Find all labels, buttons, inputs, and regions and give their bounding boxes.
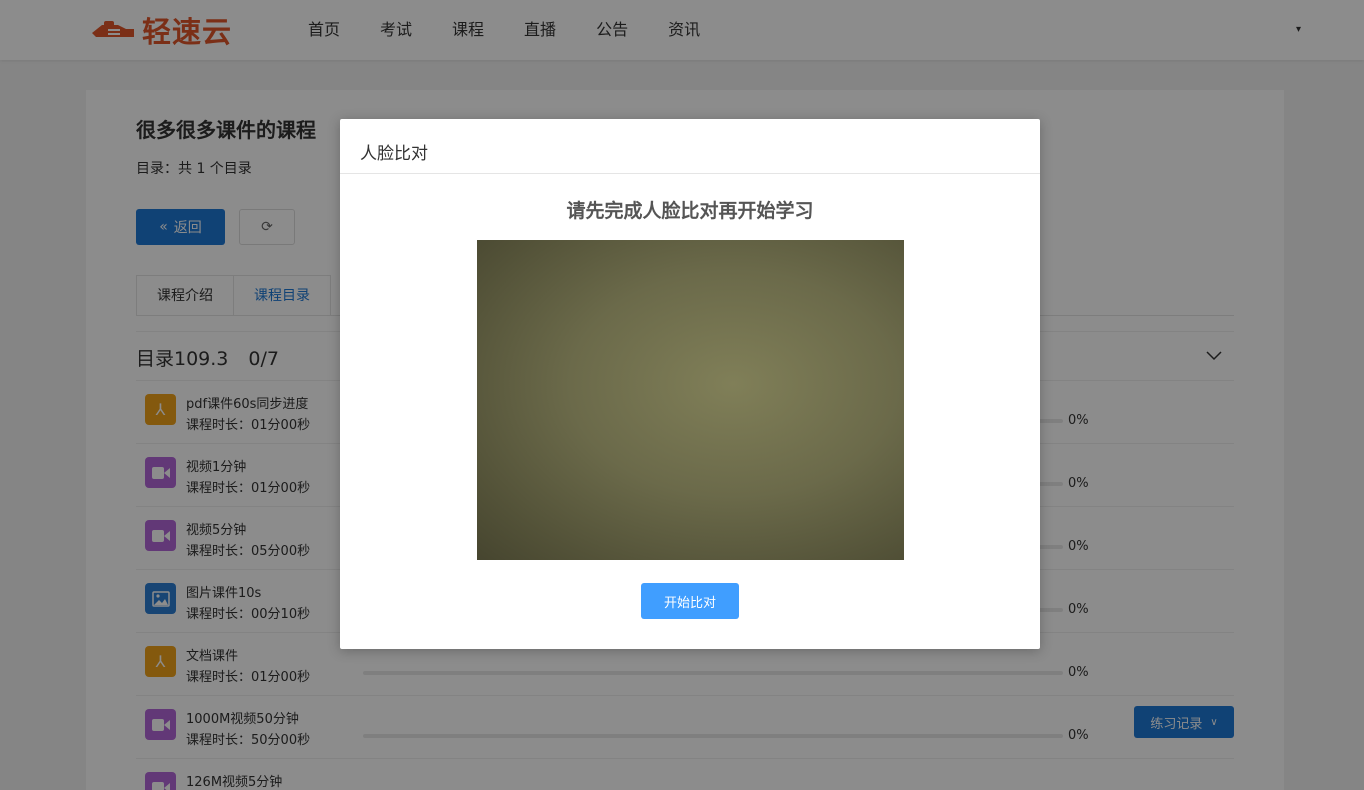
modal-divider xyxy=(340,173,1040,174)
face-compare-modal: 人脸比对 请先完成人脸比对再开始学习 开始比对 xyxy=(340,119,1040,649)
modal-title: 人脸比对 xyxy=(360,144,428,164)
modal-prompt: 请先完成人脸比对再开始学习 xyxy=(566,200,814,222)
start-compare-button[interactable]: 开始比对 xyxy=(641,583,739,619)
camera-preview xyxy=(477,240,904,560)
